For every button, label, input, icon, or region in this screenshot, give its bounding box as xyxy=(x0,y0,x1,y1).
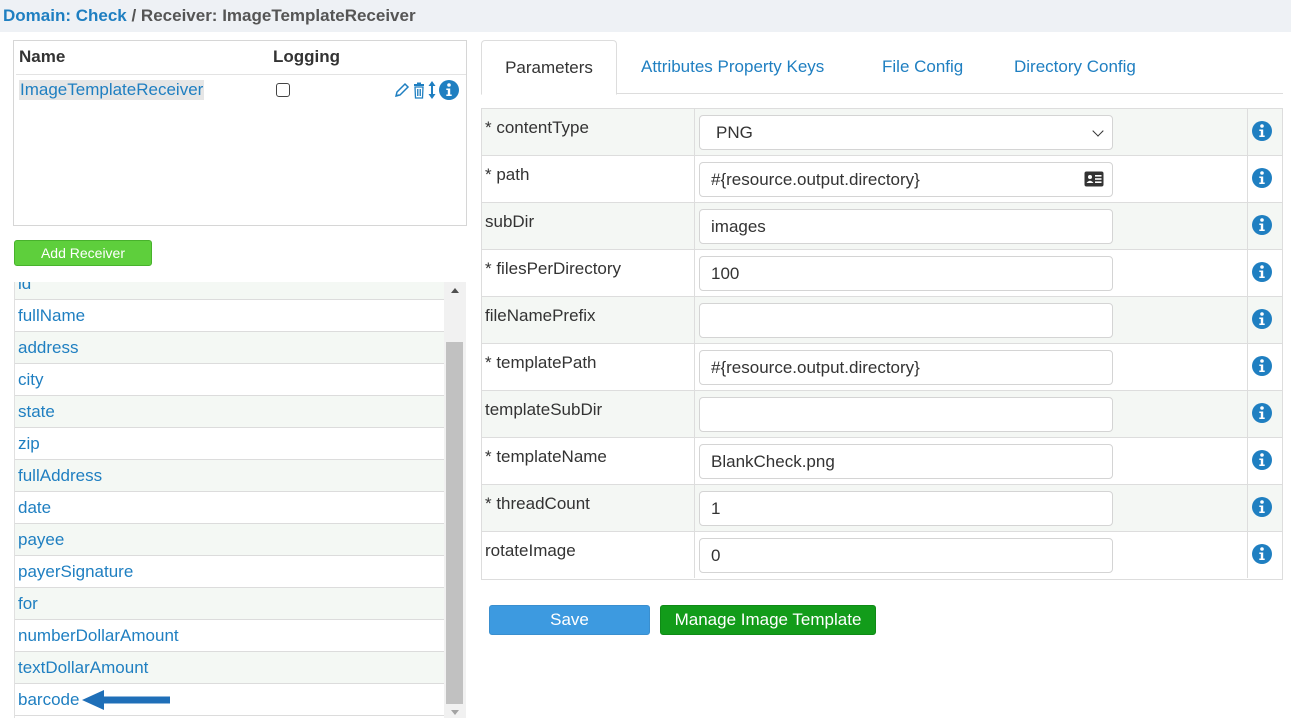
logging-checkbox[interactable] xyxy=(276,83,290,97)
breadcrumb-domain-link[interactable]: Domain: Check xyxy=(3,6,127,25)
parameter-row: fileNamePrefix xyxy=(482,297,1282,344)
parameter-row: * templatePath #{resource.output.directo… xyxy=(482,344,1282,391)
template-path-input[interactable]: #{resource.output.directory} xyxy=(699,350,1113,385)
save-button[interactable]: Save xyxy=(489,605,650,635)
tab-attributes-property-keys[interactable]: Attributes Property Keys xyxy=(641,57,824,77)
scroll-down-arrow-icon[interactable] xyxy=(451,710,459,715)
parameter-row: templateSubDir xyxy=(482,391,1282,438)
info-icon[interactable] xyxy=(1252,121,1272,141)
parameter-cell: 0 xyxy=(694,532,1248,578)
parameter-cell: BlankCheck.png xyxy=(694,438,1248,484)
list-item[interactable]: for xyxy=(15,588,444,620)
parameter-label: * filesPerDirectory xyxy=(485,259,622,278)
list-item[interactable]: state xyxy=(15,396,444,428)
select-value: PNG xyxy=(716,123,753,142)
info-icon[interactable] xyxy=(439,80,459,100)
template-subdir-input[interactable] xyxy=(699,397,1113,432)
add-receiver-button[interactable]: Add Receiver xyxy=(14,240,152,266)
info-icon[interactable] xyxy=(1252,497,1272,517)
list-item[interactable]: address xyxy=(15,332,444,364)
info-icon[interactable] xyxy=(1252,403,1272,423)
list-item[interactable]: fullAddress xyxy=(15,460,444,492)
address-card-icon[interactable] xyxy=(1084,171,1104,187)
info-icon[interactable] xyxy=(1252,168,1272,188)
field-list: id fullName address city state zip fullA… xyxy=(14,282,444,718)
parameter-row: rotateImage 0 xyxy=(482,532,1282,579)
receiver-name[interactable]: ImageTemplateReceiver xyxy=(19,80,205,100)
subdir-input[interactable]: images xyxy=(699,209,1113,244)
info-icon[interactable] xyxy=(1252,309,1272,329)
parameter-cell: images xyxy=(694,203,1248,249)
list-item[interactable]: fullName xyxy=(15,300,444,332)
parameter-label: fileNamePrefix xyxy=(485,306,596,325)
breadcrumb-receiver: Receiver: ImageTemplateReceiver xyxy=(140,6,416,25)
parameter-row: * templateName BlankCheck.png xyxy=(482,438,1282,485)
input-value: #{resource.output.directory} xyxy=(711,170,920,189)
sort-arrows-icon[interactable] xyxy=(428,81,436,99)
parameter-cell xyxy=(694,391,1248,437)
manage-image-template-button[interactable]: Manage Image Template xyxy=(660,605,876,635)
scroll-thumb[interactable] xyxy=(446,342,463,704)
parameter-label: * templatePath xyxy=(485,353,597,372)
list-scrollbar[interactable] xyxy=(444,282,466,718)
parameter-cell: PNG xyxy=(694,109,1248,155)
info-icon[interactable] xyxy=(1252,450,1272,470)
thread-count-input[interactable]: 1 xyxy=(699,491,1113,526)
tab-directory-config[interactable]: Directory Config xyxy=(1014,57,1136,77)
parameter-label: * contentType xyxy=(485,118,589,137)
list-item[interactable]: date xyxy=(15,492,444,524)
list-item[interactable]: payerSignature xyxy=(15,556,444,588)
left-arrow-icon xyxy=(82,690,170,710)
parameter-row: subDir images xyxy=(482,203,1282,250)
list-item[interactable]: numberDollarAmount xyxy=(15,620,444,652)
content-type-select[interactable]: PNG xyxy=(699,115,1113,150)
tab-bar: Parameters Attributes Property Keys File… xyxy=(481,40,1283,95)
trash-icon[interactable] xyxy=(413,82,425,99)
parameter-cell: 1 xyxy=(694,485,1248,531)
info-icon[interactable] xyxy=(1252,215,1272,235)
scroll-up-arrow-icon[interactable] xyxy=(451,288,459,293)
parameter-cell: 100 xyxy=(694,250,1248,296)
list-item[interactable]: city xyxy=(15,364,444,396)
parameter-row: * threadCount 1 xyxy=(482,485,1282,532)
top-bar: Domain: Check / Receiver: ImageTemplateR… xyxy=(0,0,1291,32)
list-item[interactable]: textDollarAmount xyxy=(15,652,444,684)
list-item[interactable]: payee xyxy=(15,524,444,556)
parameter-cell xyxy=(694,297,1248,343)
parameter-label: subDir xyxy=(485,212,535,231)
path-input[interactable]: #{resource.output.directory} xyxy=(699,162,1113,197)
tab-parameters[interactable]: Parameters xyxy=(481,40,617,95)
rotate-image-input[interactable]: 0 xyxy=(699,538,1113,573)
parameter-row: * contentType PNG xyxy=(482,109,1282,156)
parameters-table: * contentType PNG * path #{resource.outp… xyxy=(481,108,1283,580)
list-item[interactable]: barcode xyxy=(15,684,444,716)
list-item[interactable]: id xyxy=(15,282,444,300)
row-actions xyxy=(393,80,459,100)
list-item[interactable]: zip xyxy=(15,428,444,460)
parameter-label: * path xyxy=(485,165,530,184)
parameter-cell: #{resource.output.directory} xyxy=(694,344,1248,390)
parameter-row: * filesPerDirectory 100 xyxy=(482,250,1282,297)
chevron-down-icon xyxy=(1092,125,1104,137)
files-per-directory-input[interactable]: 100 xyxy=(699,256,1113,291)
info-icon[interactable] xyxy=(1252,356,1272,376)
receivers-table: Name Logging ImageTemplateReceiver xyxy=(13,40,467,226)
pencil-icon[interactable] xyxy=(393,81,411,99)
template-name-input[interactable]: BlankCheck.png xyxy=(699,444,1113,479)
parameter-label: rotateImage xyxy=(485,541,576,560)
receiver-row[interactable]: ImageTemplateReceiver xyxy=(16,74,466,104)
parameter-label: * threadCount xyxy=(485,494,590,513)
column-header-logging: Logging xyxy=(273,47,341,66)
column-header-name: Name xyxy=(19,47,66,66)
breadcrumb: Domain: Check / Receiver: ImageTemplateR… xyxy=(3,6,416,26)
breadcrumb-separator: / xyxy=(126,6,141,25)
parameter-row: * path #{resource.output.directory} xyxy=(482,156,1282,203)
file-name-prefix-input[interactable] xyxy=(699,303,1113,338)
info-icon[interactable] xyxy=(1252,262,1272,282)
tab-file-config[interactable]: File Config xyxy=(882,57,963,77)
info-icon[interactable] xyxy=(1252,544,1272,564)
parameter-cell: #{resource.output.directory} xyxy=(694,156,1248,202)
parameter-label: * templateName xyxy=(485,447,607,466)
parameter-label: templateSubDir xyxy=(485,400,603,419)
